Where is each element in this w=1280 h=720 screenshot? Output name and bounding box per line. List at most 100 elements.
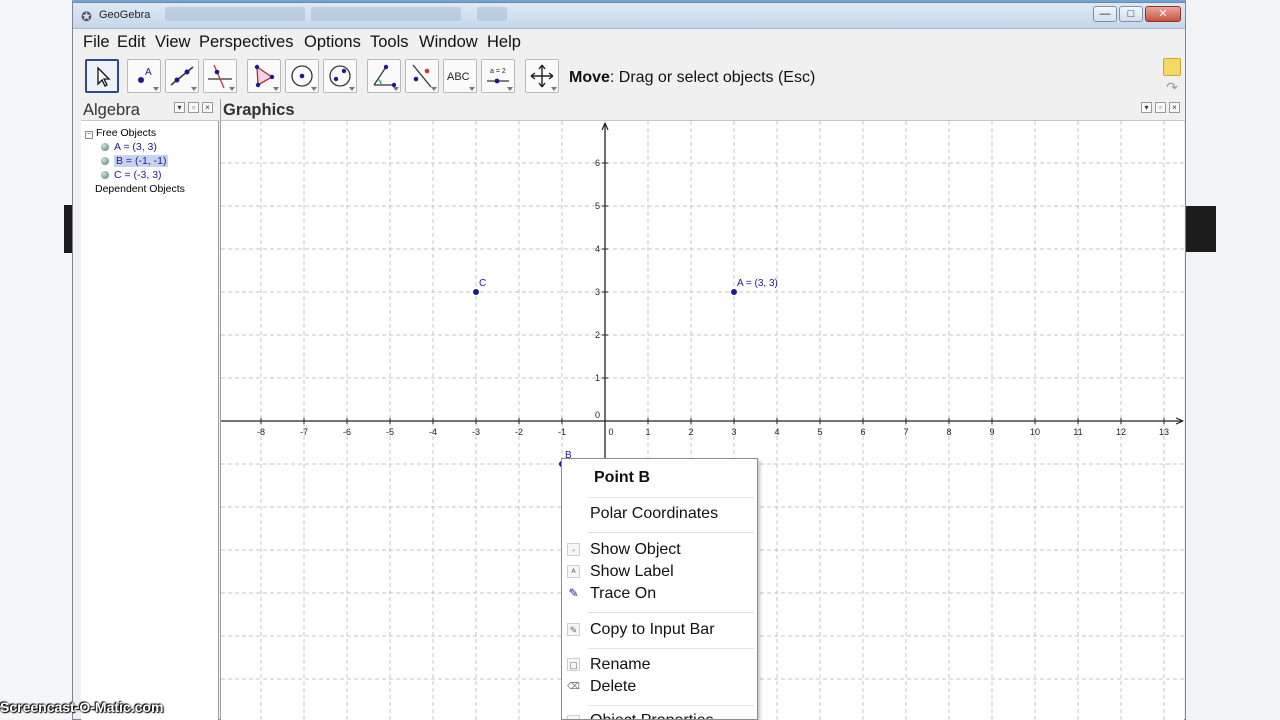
circle-tool[interactable] [285, 59, 319, 93]
close-view-icon[interactable]: × [202, 102, 213, 113]
menu-view[interactable]: View [155, 33, 190, 52]
reflect-icon [412, 64, 432, 88]
menu-item-rename[interactable]: Rename [590, 656, 650, 674]
circle-icon [291, 65, 313, 87]
chevron-down-icon [349, 87, 355, 91]
text-tool-label: ABC [447, 71, 470, 83]
menu-item-trace-on[interactable]: Trace On [590, 585, 656, 603]
show-label-icon: ᴬ [567, 565, 580, 578]
x-tick-label: 1 [645, 427, 650, 437]
menu-item-delete[interactable]: Delete [590, 678, 636, 696]
chevron-down-icon [507, 87, 513, 91]
x-tick-label: -5 [386, 427, 394, 437]
x-tick-label: 9 [989, 427, 994, 437]
text-tool[interactable]: ABC [443, 59, 477, 93]
y-tick-label: 5 [595, 201, 600, 211]
x-tick-label: 0 [608, 427, 613, 437]
redo-icon[interactable]: ↷ [1163, 79, 1181, 97]
undock-icon[interactable]: ▫ [188, 102, 199, 113]
desktop-left-bar [64, 205, 72, 253]
free-objects-node[interactable]: − Free Objects [85, 127, 156, 139]
point-a[interactable] [731, 289, 737, 295]
polygon-tool[interactable] [247, 59, 281, 93]
visibility-toggle-icon[interactable] [101, 157, 109, 165]
menu-perspectives[interactable]: Perspectives [199, 33, 293, 52]
x-tick-label: 12 [1116, 427, 1126, 437]
angle-tool[interactable] [367, 59, 401, 93]
toolbar: A ABC a = 2 Move: Drag or select objects… [73, 55, 1185, 97]
x-tick-label: -8 [257, 427, 265, 437]
show-object-icon: ◦ [567, 543, 580, 556]
y-tick-label: 1 [595, 373, 600, 383]
algebra-item-a[interactable]: A = (3, 3) [101, 141, 157, 153]
point-c-label: C [479, 278, 486, 289]
close-view-icon[interactable]: × [1169, 102, 1180, 113]
x-tick-label: 10 [1030, 427, 1040, 437]
x-tick-label: -3 [472, 427, 480, 437]
chevron-down-icon [191, 87, 197, 91]
x-tick-label: 11 [1073, 427, 1082, 437]
dependent-objects-node[interactable]: Dependent Objects [95, 183, 185, 195]
desktop-right [1186, 0, 1280, 720]
menu-item-show-object[interactable]: Show Object [590, 541, 681, 559]
point-c[interactable] [473, 289, 479, 295]
collapse-icon[interactable]: − [85, 131, 93, 139]
conic-tool[interactable] [323, 59, 357, 93]
background-tab-ghost [165, 7, 305, 21]
arrow-pointer-icon [97, 66, 111, 87]
point-tool[interactable]: A [127, 59, 161, 93]
algebra-title: Algebra [83, 101, 140, 119]
menu-divider [588, 612, 754, 613]
view-menu-icon[interactable]: ▾ [1141, 102, 1152, 113]
minimize-button[interactable]: — [1093, 6, 1117, 22]
menu-item-object-properties[interactable]: Object Properties [590, 712, 714, 719]
desktop-right-bar [1186, 206, 1216, 252]
visibility-toggle-icon[interactable] [101, 171, 109, 179]
dependent-objects-label: Dependent Objects [95, 183, 185, 195]
algebra-item-b[interactable]: B = (-1, -1) [101, 155, 169, 167]
menu-help[interactable]: Help [487, 33, 521, 52]
view-menu-icon[interactable]: ▾ [174, 102, 185, 113]
window-title: GeoGebra [99, 9, 151, 21]
tool-help-name: Move [569, 69, 610, 86]
graphics-header: Graphics ▾ ▫ × [221, 99, 1185, 121]
menu-tools[interactable]: Tools [370, 33, 409, 52]
x-tick-label: -1 [558, 427, 566, 437]
algebra-item-c[interactable]: C = (-3, 3) [101, 169, 162, 181]
undock-icon[interactable]: ▫ [1155, 102, 1166, 113]
svg-text:A: A [145, 67, 152, 78]
y-tick-label: 3 [595, 287, 600, 297]
slider-icon: a = 2 [487, 68, 509, 84]
perpendicular-icon [208, 64, 232, 89]
menu-file[interactable]: File [83, 33, 110, 52]
undo-icon[interactable] [1163, 58, 1181, 76]
move-view-tool[interactable] [525, 59, 559, 93]
polygon-icon [254, 64, 275, 88]
maximize-button[interactable]: □ [1119, 6, 1143, 22]
title-bar[interactable]: ✪ GeoGebra — □ ✕ [73, 3, 1185, 29]
slider-tool[interactable]: a = 2 [481, 59, 515, 93]
menu-divider [588, 532, 754, 533]
menu-item-show-label[interactable]: Show Label [590, 563, 674, 581]
chevron-down-icon [551, 87, 557, 91]
tool-help-text: Move: Drag or select objects (Esc) [569, 69, 815, 87]
menu-edit[interactable]: Edit [117, 33, 145, 52]
reflect-tool[interactable] [405, 59, 439, 93]
menu-item-copy-to-input-bar[interactable]: Copy to Input Bar [590, 621, 715, 639]
menu-options[interactable]: Options [304, 33, 361, 52]
chevron-down-icon [431, 87, 437, 91]
x-tick-label: -6 [343, 427, 351, 437]
visibility-toggle-icon[interactable] [101, 143, 109, 151]
menu-window[interactable]: Window [419, 33, 478, 52]
chevron-down-icon [153, 87, 159, 91]
close-button[interactable]: ✕ [1145, 6, 1181, 22]
menu-item-polar-coordinates[interactable]: Polar Coordinates [590, 505, 718, 523]
move-tool[interactable] [85, 59, 119, 93]
algebra-header: Algebra ▾ ▫ × [81, 99, 219, 121]
perpendicular-tool[interactable] [203, 59, 237, 93]
move-arrows-icon [530, 64, 554, 88]
slider-tool-label: a = 2 [490, 68, 506, 75]
chevron-down-icon [229, 87, 235, 91]
x-tick-label: 5 [817, 427, 822, 437]
line-tool[interactable] [165, 59, 199, 93]
